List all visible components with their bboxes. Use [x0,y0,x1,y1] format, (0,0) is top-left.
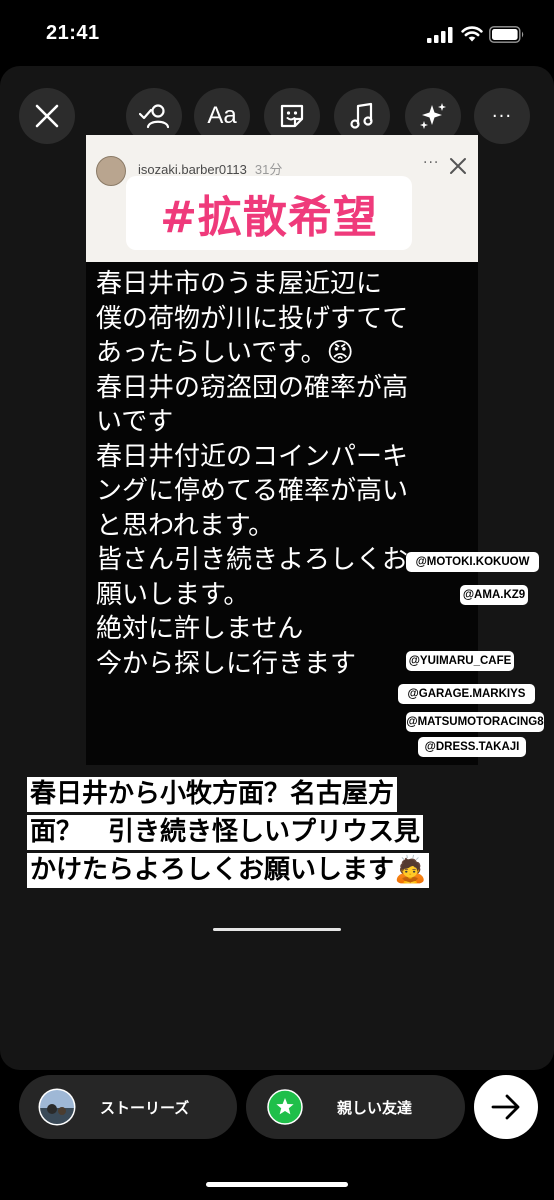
share-to-close-friends-button[interactable]: 親しい友達 [246,1075,465,1139]
caption-line: かけたらよろしくお願いします🙇 [27,853,430,888]
mention-tag[interactable]: @DRESS.TAKAJI [418,737,526,757]
text-tool-label: Aa [207,102,237,129]
close-friends-label: 親しい友達 [337,1098,413,1117]
mention-tag[interactable]: @GARAGE.MARKIYS [398,684,535,704]
share-to-stories-button[interactable]: ストーリーズ [19,1075,237,1139]
send-button[interactable] [474,1075,538,1139]
post-time: 31分 [254,162,283,177]
post-more-icon: ··· [423,155,440,171]
close-icon [35,104,59,128]
caption-text[interactable]: 春日井から小牧方面？名古屋方 面？ 引き続き怪しいプリウス見 かけたらよろしくお… [27,777,527,891]
sticker-icon [280,104,304,128]
post-body: 春日井市のうま屋近辺に 僕の荷物が川に投げすてて あったらしいです。😡 春日井の… [96,269,409,679]
stories-label: ストーリーズ [100,1098,190,1117]
close-button[interactable] [19,88,75,144]
mention-tag[interactable]: @YUIMARU_CAFE [406,651,514,671]
mention-tag[interactable]: @AMA.KZ9 [460,585,528,605]
status-time: 21:41 [46,22,100,44]
home-indicator [206,1182,348,1187]
avatar [96,156,126,186]
post-username: isozaki.barber0113 [138,162,247,177]
avatar [38,1088,76,1126]
cellular-signal-icon [427,27,453,43]
music-note-icon [350,102,373,129]
status-bar: 21:41 [0,0,554,66]
drag-handle[interactable] [213,928,341,931]
mention-tag[interactable]: @MATSUMOTORACING8 [406,712,544,732]
battery-icon [489,26,524,43]
more-icon: ··· [491,105,513,127]
hashtag-card: #拡散希望 [126,176,412,250]
arrow-right-icon [491,1094,520,1120]
caption-line: 春日井から小牧方面？名古屋方 [27,777,398,812]
more-options-button[interactable]: ··· [474,88,530,144]
close-icon [450,158,466,174]
post-header: isozaki.barber0113 31分 ··· #拡散希望 [86,135,478,262]
mention-people-icon [139,104,169,129]
caption-line: 面？ 引き続き怪しいプリウス見 [27,815,424,850]
wifi-icon [461,26,483,42]
sparkles-icon [420,103,446,129]
hashtag-text: #拡散希望 [160,192,378,243]
mention-tag[interactable]: @MOTOKI.KOKUOW [406,552,539,572]
close-friends-star-icon [267,1089,303,1125]
